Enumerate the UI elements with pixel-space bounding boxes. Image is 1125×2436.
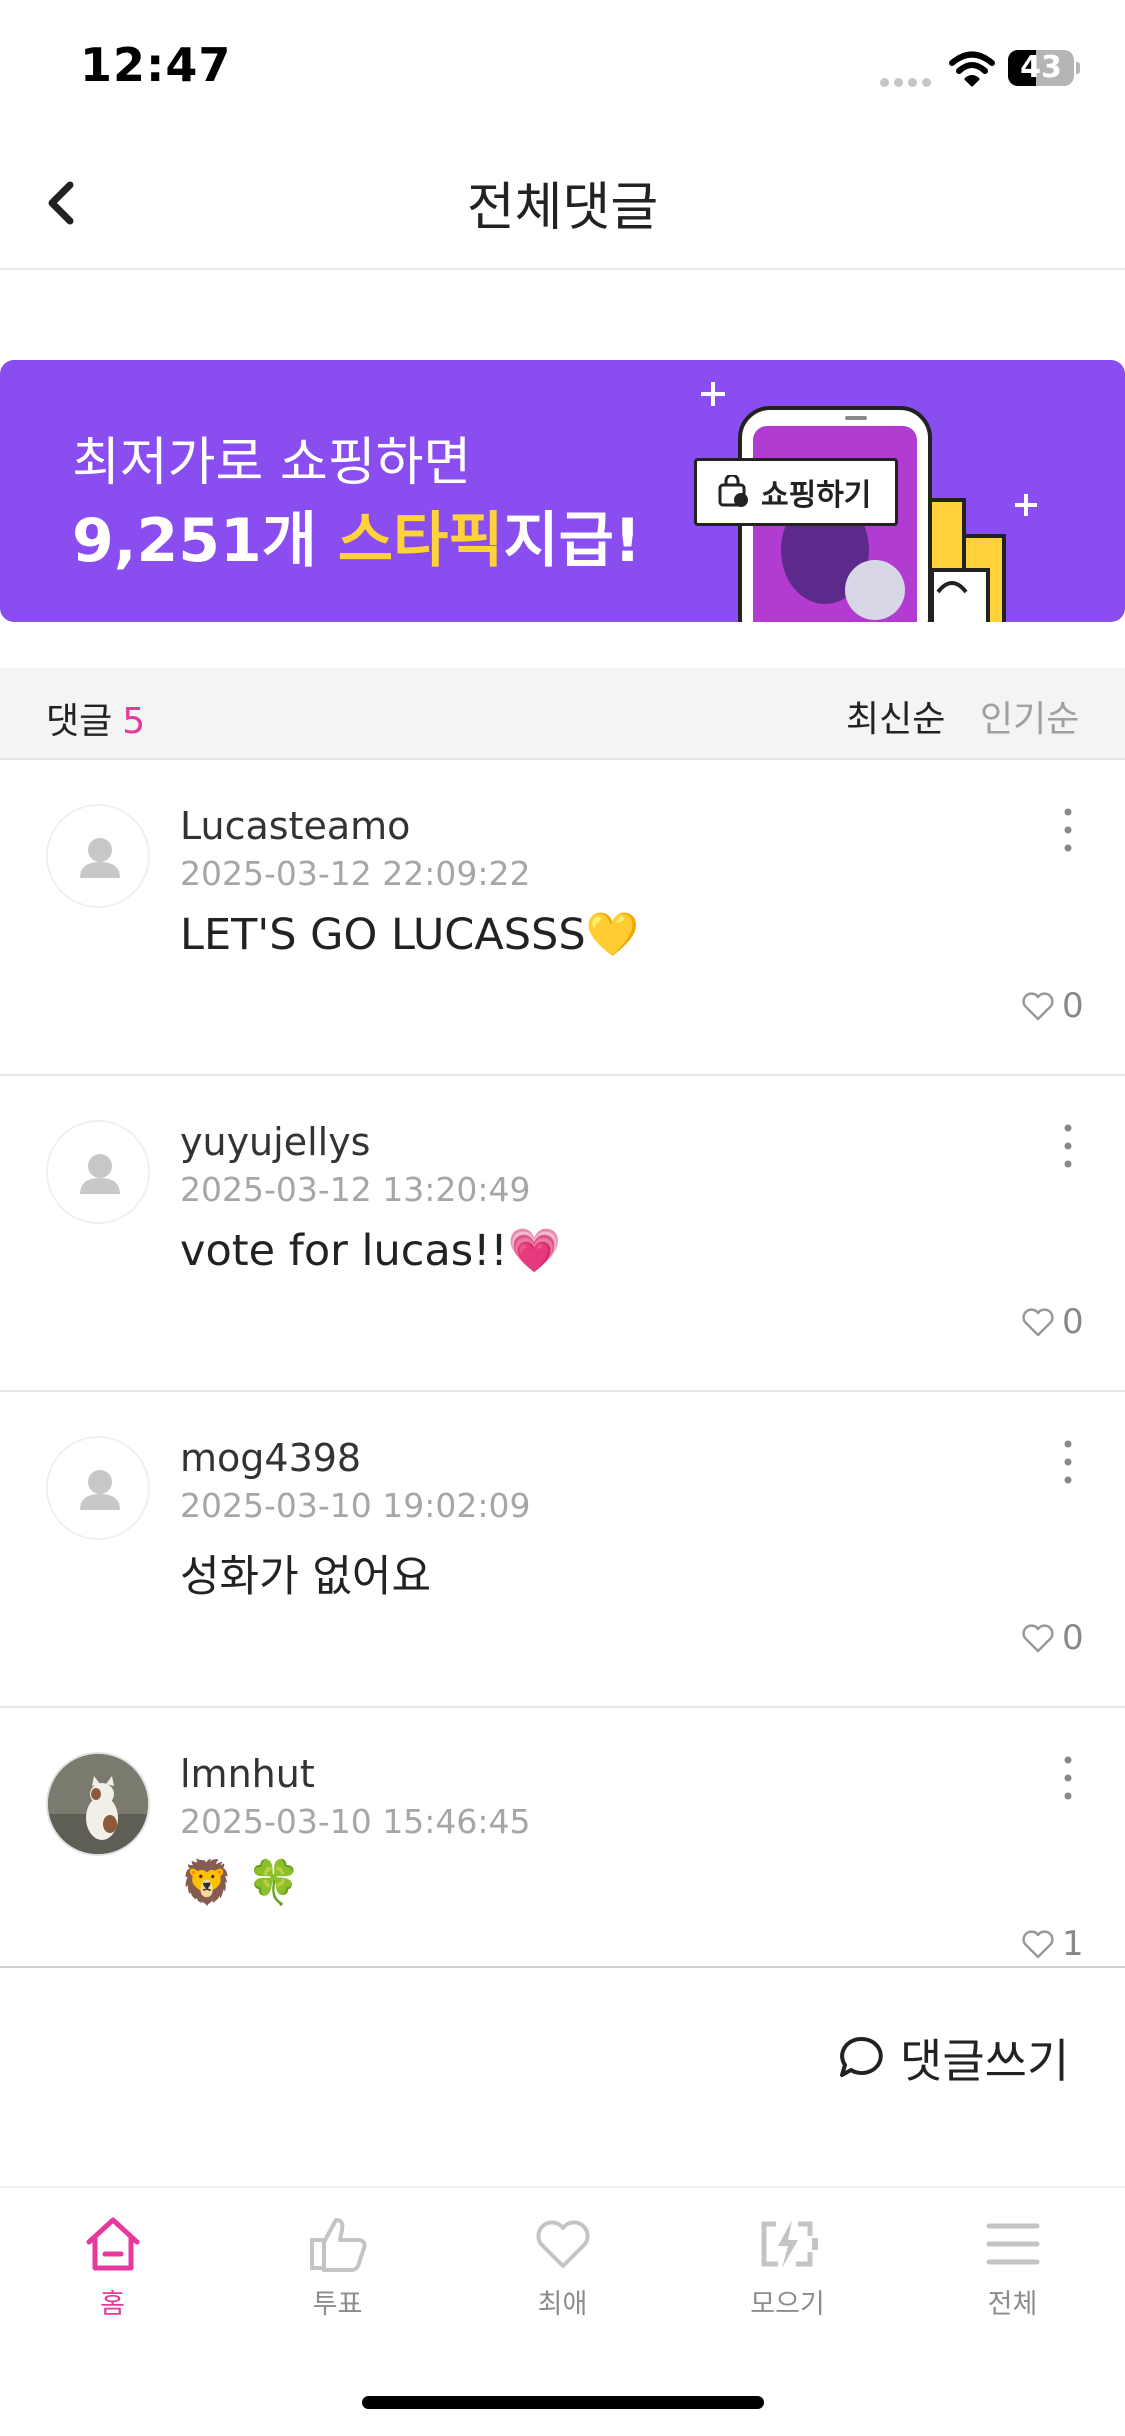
comment-item: lmnhut 2025-03-10 15:46:45 🦁 🍀 1 bbox=[0, 1710, 1125, 1966]
nav-collect[interactable]: 모으기 bbox=[675, 2212, 900, 2332]
nav-all-label: 전체 bbox=[987, 2289, 1038, 2320]
user-avatar[interactable] bbox=[46, 1436, 150, 1540]
comment-count: 5 bbox=[122, 701, 146, 742]
shopping-bag-icon bbox=[718, 475, 748, 507]
battery-icon: 43 bbox=[1008, 50, 1080, 86]
cat-photo-avatar bbox=[48, 1754, 148, 1854]
more-vertical-icon bbox=[1064, 1124, 1072, 1168]
heart-icon bbox=[535, 2220, 590, 2268]
home-indicator[interactable] bbox=[362, 2396, 764, 2409]
more-options-button[interactable] bbox=[1050, 1750, 1086, 1806]
nav-vote[interactable]: 투표 bbox=[225, 2212, 450, 2332]
comment-item: yuyujellys 2025-03-12 13:20:49 vote for … bbox=[0, 1078, 1125, 1392]
comment-text: 🦁 🍀 bbox=[180, 1858, 301, 1908]
comment-author[interactable]: yuyujellys bbox=[180, 1120, 370, 1164]
comment-item: mog4398 2025-03-10 19:02:09 성화가 없어요 0 bbox=[0, 1394, 1125, 1708]
sort-popular-button[interactable]: 인기순 bbox=[980, 690, 1079, 742]
heart-outline-icon bbox=[1022, 992, 1054, 1021]
thumbs-up-icon bbox=[309, 2218, 366, 2272]
like-count: 0 bbox=[1062, 1302, 1084, 1342]
heart-outline-icon bbox=[1022, 1930, 1054, 1959]
nav-collect-label: 모으기 bbox=[750, 2289, 825, 2320]
comment-date: 2025-03-12 13:20:49 bbox=[180, 1170, 531, 1209]
nav-home[interactable]: 홈 bbox=[0, 2212, 225, 2332]
nav-vote-label: 투표 bbox=[312, 2289, 363, 2320]
shopping-banner[interactable]: 최저가로 쇼핑하면 9,251개 스타픽지급! 쇼핑하기 bbox=[0, 360, 1125, 622]
status-bar: 12:47 43 bbox=[0, 0, 1125, 135]
comment-text: vote for lucas!!💗 bbox=[180, 1226, 562, 1276]
more-vertical-icon bbox=[1064, 1440, 1072, 1484]
nav-home-label: 홈 bbox=[100, 2289, 125, 2320]
user-avatar[interactable] bbox=[46, 1120, 150, 1224]
heart-outline-icon bbox=[1022, 1624, 1054, 1653]
like-button[interactable]: 0 bbox=[1020, 1616, 1084, 1660]
shop-now-chip[interactable]: 쇼핑하기 bbox=[694, 458, 898, 526]
comments-label: 댓글 bbox=[46, 701, 113, 742]
page-title: 전체댓글 bbox=[466, 178, 659, 238]
banner-count: 9,251개 bbox=[72, 506, 338, 576]
default-user-icon bbox=[80, 1470, 120, 1510]
like-button[interactable]: 1 bbox=[1020, 1922, 1084, 1966]
battery-charge-icon bbox=[761, 2220, 818, 2268]
more-vertical-icon bbox=[1064, 808, 1072, 852]
more-vertical-icon bbox=[1064, 1756, 1072, 1800]
comment-item: Lucasteamo 2025-03-12 22:09:22 LET'S GO … bbox=[0, 762, 1125, 1076]
comment-author[interactable]: lmnhut bbox=[180, 1752, 315, 1796]
nav-favorite-label: 최애 bbox=[537, 2289, 588, 2320]
banner-suffix: 지급! bbox=[503, 506, 642, 576]
comment-date: 2025-03-10 19:02:09 bbox=[180, 1486, 531, 1525]
user-avatar[interactable] bbox=[46, 1752, 150, 1856]
like-button[interactable]: 0 bbox=[1020, 984, 1084, 1028]
battery-level: 43 bbox=[1020, 50, 1062, 85]
like-count: 1 bbox=[1062, 1924, 1084, 1964]
nav-favorite[interactable]: 최애 bbox=[450, 2212, 675, 2332]
more-options-button[interactable] bbox=[1050, 1434, 1086, 1490]
like-count: 0 bbox=[1062, 1618, 1084, 1658]
like-count: 0 bbox=[1062, 986, 1084, 1026]
like-button[interactable]: 0 bbox=[1020, 1300, 1084, 1344]
cellular-signal-icon bbox=[880, 72, 936, 87]
speech-bubble-icon bbox=[840, 2036, 883, 2077]
user-avatar[interactable] bbox=[46, 804, 150, 908]
status-time: 12:47 bbox=[80, 38, 232, 92]
comment-date: 2025-03-12 22:09:22 bbox=[180, 854, 531, 893]
home-icon bbox=[86, 2217, 139, 2271]
shop-chip-label: 쇼핑하기 bbox=[761, 478, 872, 513]
more-options-button[interactable] bbox=[1050, 1118, 1086, 1174]
comment-author[interactable]: mog4398 bbox=[180, 1436, 361, 1480]
wifi-icon bbox=[949, 51, 995, 87]
default-user-icon bbox=[80, 838, 120, 878]
banner-line2: 9,251개 스타픽지급! bbox=[72, 492, 641, 579]
banner-line1: 최저가로 쇼핑하면 bbox=[72, 433, 472, 493]
comment-text: 성화가 없어요 bbox=[180, 1552, 432, 1602]
nav-all[interactable]: 전체 bbox=[900, 2212, 1125, 2332]
write-comment-label: 댓글쓰기 bbox=[900, 2034, 1070, 2088]
heart-outline-icon bbox=[1022, 1308, 1054, 1337]
more-options-button[interactable] bbox=[1050, 802, 1086, 858]
comment-author[interactable]: Lucasteamo bbox=[180, 804, 410, 848]
comment-count-label: 댓글 5 bbox=[46, 692, 145, 744]
comment-date: 2025-03-10 15:46:45 bbox=[180, 1802, 531, 1841]
sort-latest-button[interactable]: 최신순 bbox=[846, 690, 945, 742]
write-comment-button[interactable]: 댓글쓰기 bbox=[836, 2028, 1069, 2088]
header: 전체댓글 bbox=[0, 135, 1125, 270]
comment-text: LET'S GO LUCASSS💛 bbox=[180, 910, 640, 960]
menu-icon bbox=[986, 2223, 1039, 2265]
write-comment-bar: 댓글쓰기 bbox=[0, 1966, 1125, 2186]
default-user-icon bbox=[80, 1154, 120, 1194]
banner-highlight: 스타픽 bbox=[337, 506, 504, 576]
comments-header: 댓글 5 최신순 인기순 bbox=[0, 668, 1125, 760]
